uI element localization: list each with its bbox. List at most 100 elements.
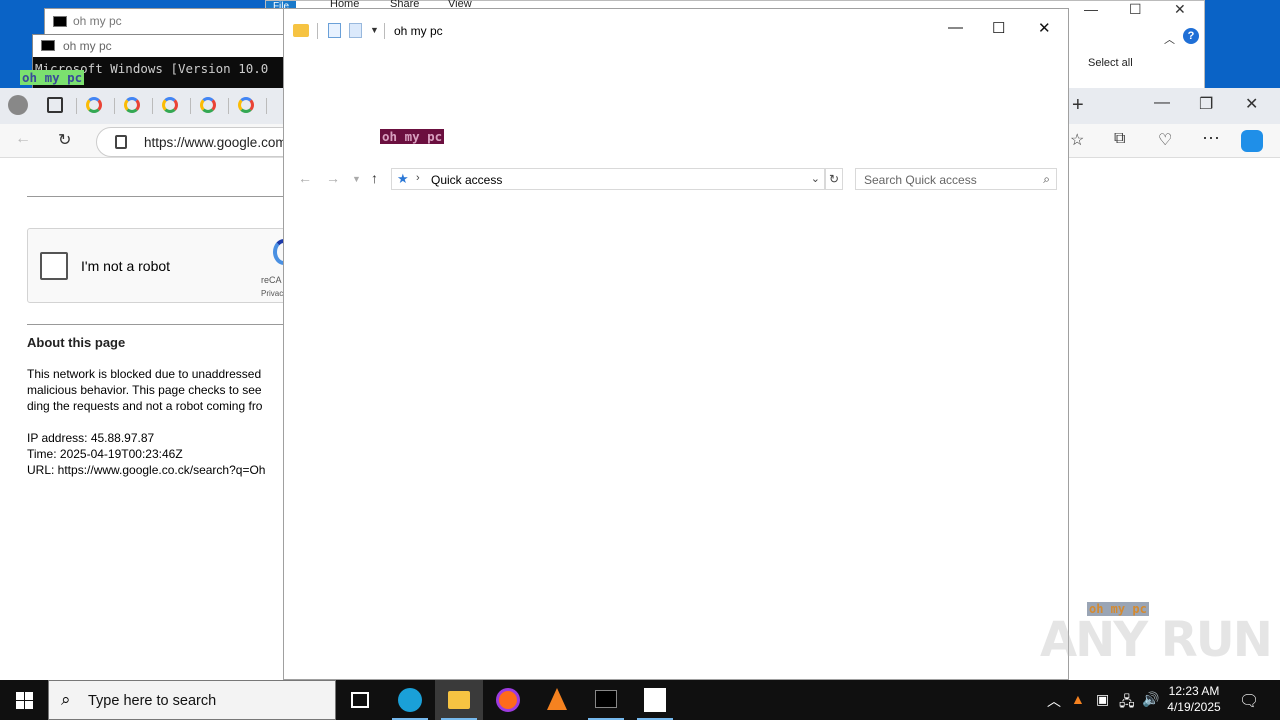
favorites-icon[interactable]: ☆ [1070,130,1084,150]
edge-taskbar-button[interactable] [386,680,434,720]
taskbar[interactable]: ⌕ Type here to search ︿ ▲ ▣ 🖧 🔊 12:23 AM… [0,680,1280,720]
divider [384,23,385,39]
google-tab-icon[interactable] [86,97,102,113]
search-icon[interactable]: ⌕ [1043,172,1050,187]
volume-icon[interactable]: 🔊 [1142,691,1159,708]
about-text-line: malicious behavior. This page checks to … [27,383,262,397]
chevron-down-icon[interactable]: ⌄ [811,172,820,185]
copilot-icon[interactable] [1241,130,1263,152]
divider [27,196,283,197]
folder-icon [293,24,309,37]
clock-time[interactable]: 12:23 AM [1160,684,1228,698]
properties-icon[interactable] [328,23,341,38]
firefox-icon [496,688,520,712]
network-icon[interactable]: 🖧 [1119,691,1135,715]
clock-date[interactable]: 4/19/2025 [1160,700,1228,714]
tab-divider [76,98,77,114]
tab-divider [114,98,115,114]
select-all-button[interactable]: Select all [1088,57,1133,69]
google-tab-icon[interactable] [200,97,216,113]
maximize-icon[interactable]: ☐ [992,19,1005,37]
start-button[interactable] [0,680,48,720]
highlighted-text-green: oh my pc [20,70,85,85]
task-view-icon [351,692,369,708]
tab-divider [228,98,229,114]
back-icon[interactable]: ← [15,130,31,148]
up-icon[interactable]: ↑ [371,170,378,186]
tab-divider [152,98,153,114]
recaptcha-checkbox[interactable] [40,252,68,280]
search-input[interactable]: Search Quick access ⌕ [855,168,1057,190]
help-icon[interactable]: ? [1183,28,1199,44]
firefox-taskbar-button[interactable] [484,680,532,720]
cmd-window-title: oh my pc [73,14,122,28]
google-tab-icon[interactable] [162,97,178,113]
forward-icon[interactable]: → [326,170,340,186]
notifications-icon[interactable]: 🗨 [1239,691,1259,711]
about-text-line: ding the requests and not a robot coming… [27,399,263,413]
file-explorer-taskbar-button[interactable] [435,680,483,720]
chevron-down-icon[interactable]: ▼ [370,25,379,35]
minimize-icon[interactable]: — [948,19,963,36]
search-placeholder: Type here to search [88,693,217,709]
blocked-url: URL: https://www.google.co.ck/search?q=O… [27,463,266,477]
navigation-bar[interactable]: ← → ▼ ↑ ★ › Quick access ⌄ ↻ Search Quic… [284,166,1070,192]
close-icon[interactable]: ✕ [1245,94,1258,114]
file-explorer-window[interactable]: ▼ oh my pc — ☐ ✕ oh my pc ← → ▼ ↑ ★ › Qu… [283,8,1069,680]
address-bar[interactable]: ★ › Quick access ⌄ [391,168,825,190]
timestamp: Time: 2025-04-19T00:23:46Z [27,447,183,461]
url-text[interactable]: https://www.google.com [144,135,287,150]
chevron-right-icon[interactable]: › [416,172,420,184]
recaptcha-brand: reCA [261,275,282,285]
search-placeholder: Search Quick access [864,173,977,187]
ip-address: IP address: 45.88.97.87 [27,431,155,445]
cmd-window-front[interactable]: oh my pc Microsoft Windows [Version 10.0 [32,34,285,95]
show-hidden-icons-icon[interactable]: ︿ [1047,691,1061,711]
refresh-icon[interactable]: ↻ [58,130,71,150]
more-menu-icon[interactable]: ⋯ [1202,128,1220,149]
taskbar-search-box[interactable]: ⌕ Type here to search [48,680,336,720]
minimize-icon[interactable]: — [1154,94,1170,112]
search-icon: ⌕ [61,690,71,709]
cmd-titlebar[interactable]: oh my pc [33,35,283,57]
new-folder-icon[interactable] [349,23,362,38]
recaptcha-widget[interactable]: I'm not a robot reCA Privacy [27,228,297,303]
restore-icon[interactable]: ❐ [1199,94,1213,114]
address-text[interactable]: Quick access [431,173,502,187]
browser-essentials-icon[interactable]: ♡ [1158,130,1172,150]
recent-locations-icon[interactable]: ▼ [352,174,361,184]
address-bar[interactable]: https://www.google.com [96,127,306,157]
google-tab-icon[interactable] [124,97,140,113]
vlc-taskbar-button[interactable] [533,680,581,720]
divider [317,23,318,39]
task-view-button[interactable] [336,680,384,720]
tab-divider [266,98,267,114]
divider [27,324,283,325]
meet-now-icon[interactable]: ▣ [1096,691,1109,708]
google-tab-icon[interactable] [238,97,254,113]
watermark-logo: ANY RUN [1040,612,1273,668]
refresh-icon[interactable]: ↻ [825,168,843,190]
maximize-icon[interactable]: ☐ [1129,1,1142,18]
cmd-icon [41,40,55,51]
cmd-icon [595,690,617,708]
recaptcha-label: I'm not a robot [81,258,171,274]
ribbon-collapse-icon[interactable]: ︿ [1164,31,1175,47]
collections-icon[interactable]: ⧉ [1114,130,1125,148]
new-tab-icon[interactable]: + [1072,94,1084,117]
document-taskbar-button[interactable] [631,680,679,720]
close-icon[interactable]: ✕ [1174,1,1186,18]
cmd-icon [53,16,67,27]
quick-access-star-icon: ★ [397,171,409,186]
about-title: About this page [27,335,126,350]
cmd-taskbar-button[interactable] [582,680,630,720]
minimize-icon[interactable]: — [1084,1,1098,17]
back-icon[interactable]: ← [298,170,312,186]
close-icon[interactable]: ✕ [1038,19,1051,37]
lock-icon[interactable] [115,135,127,149]
profile-avatar-icon[interactable] [8,95,28,115]
highlighted-text-purple: oh my pc [380,129,445,144]
vlc-tray-icon[interactable]: ▲ [1071,691,1085,707]
tab-divider [190,98,191,114]
tab-actions-icon[interactable] [47,97,63,113]
